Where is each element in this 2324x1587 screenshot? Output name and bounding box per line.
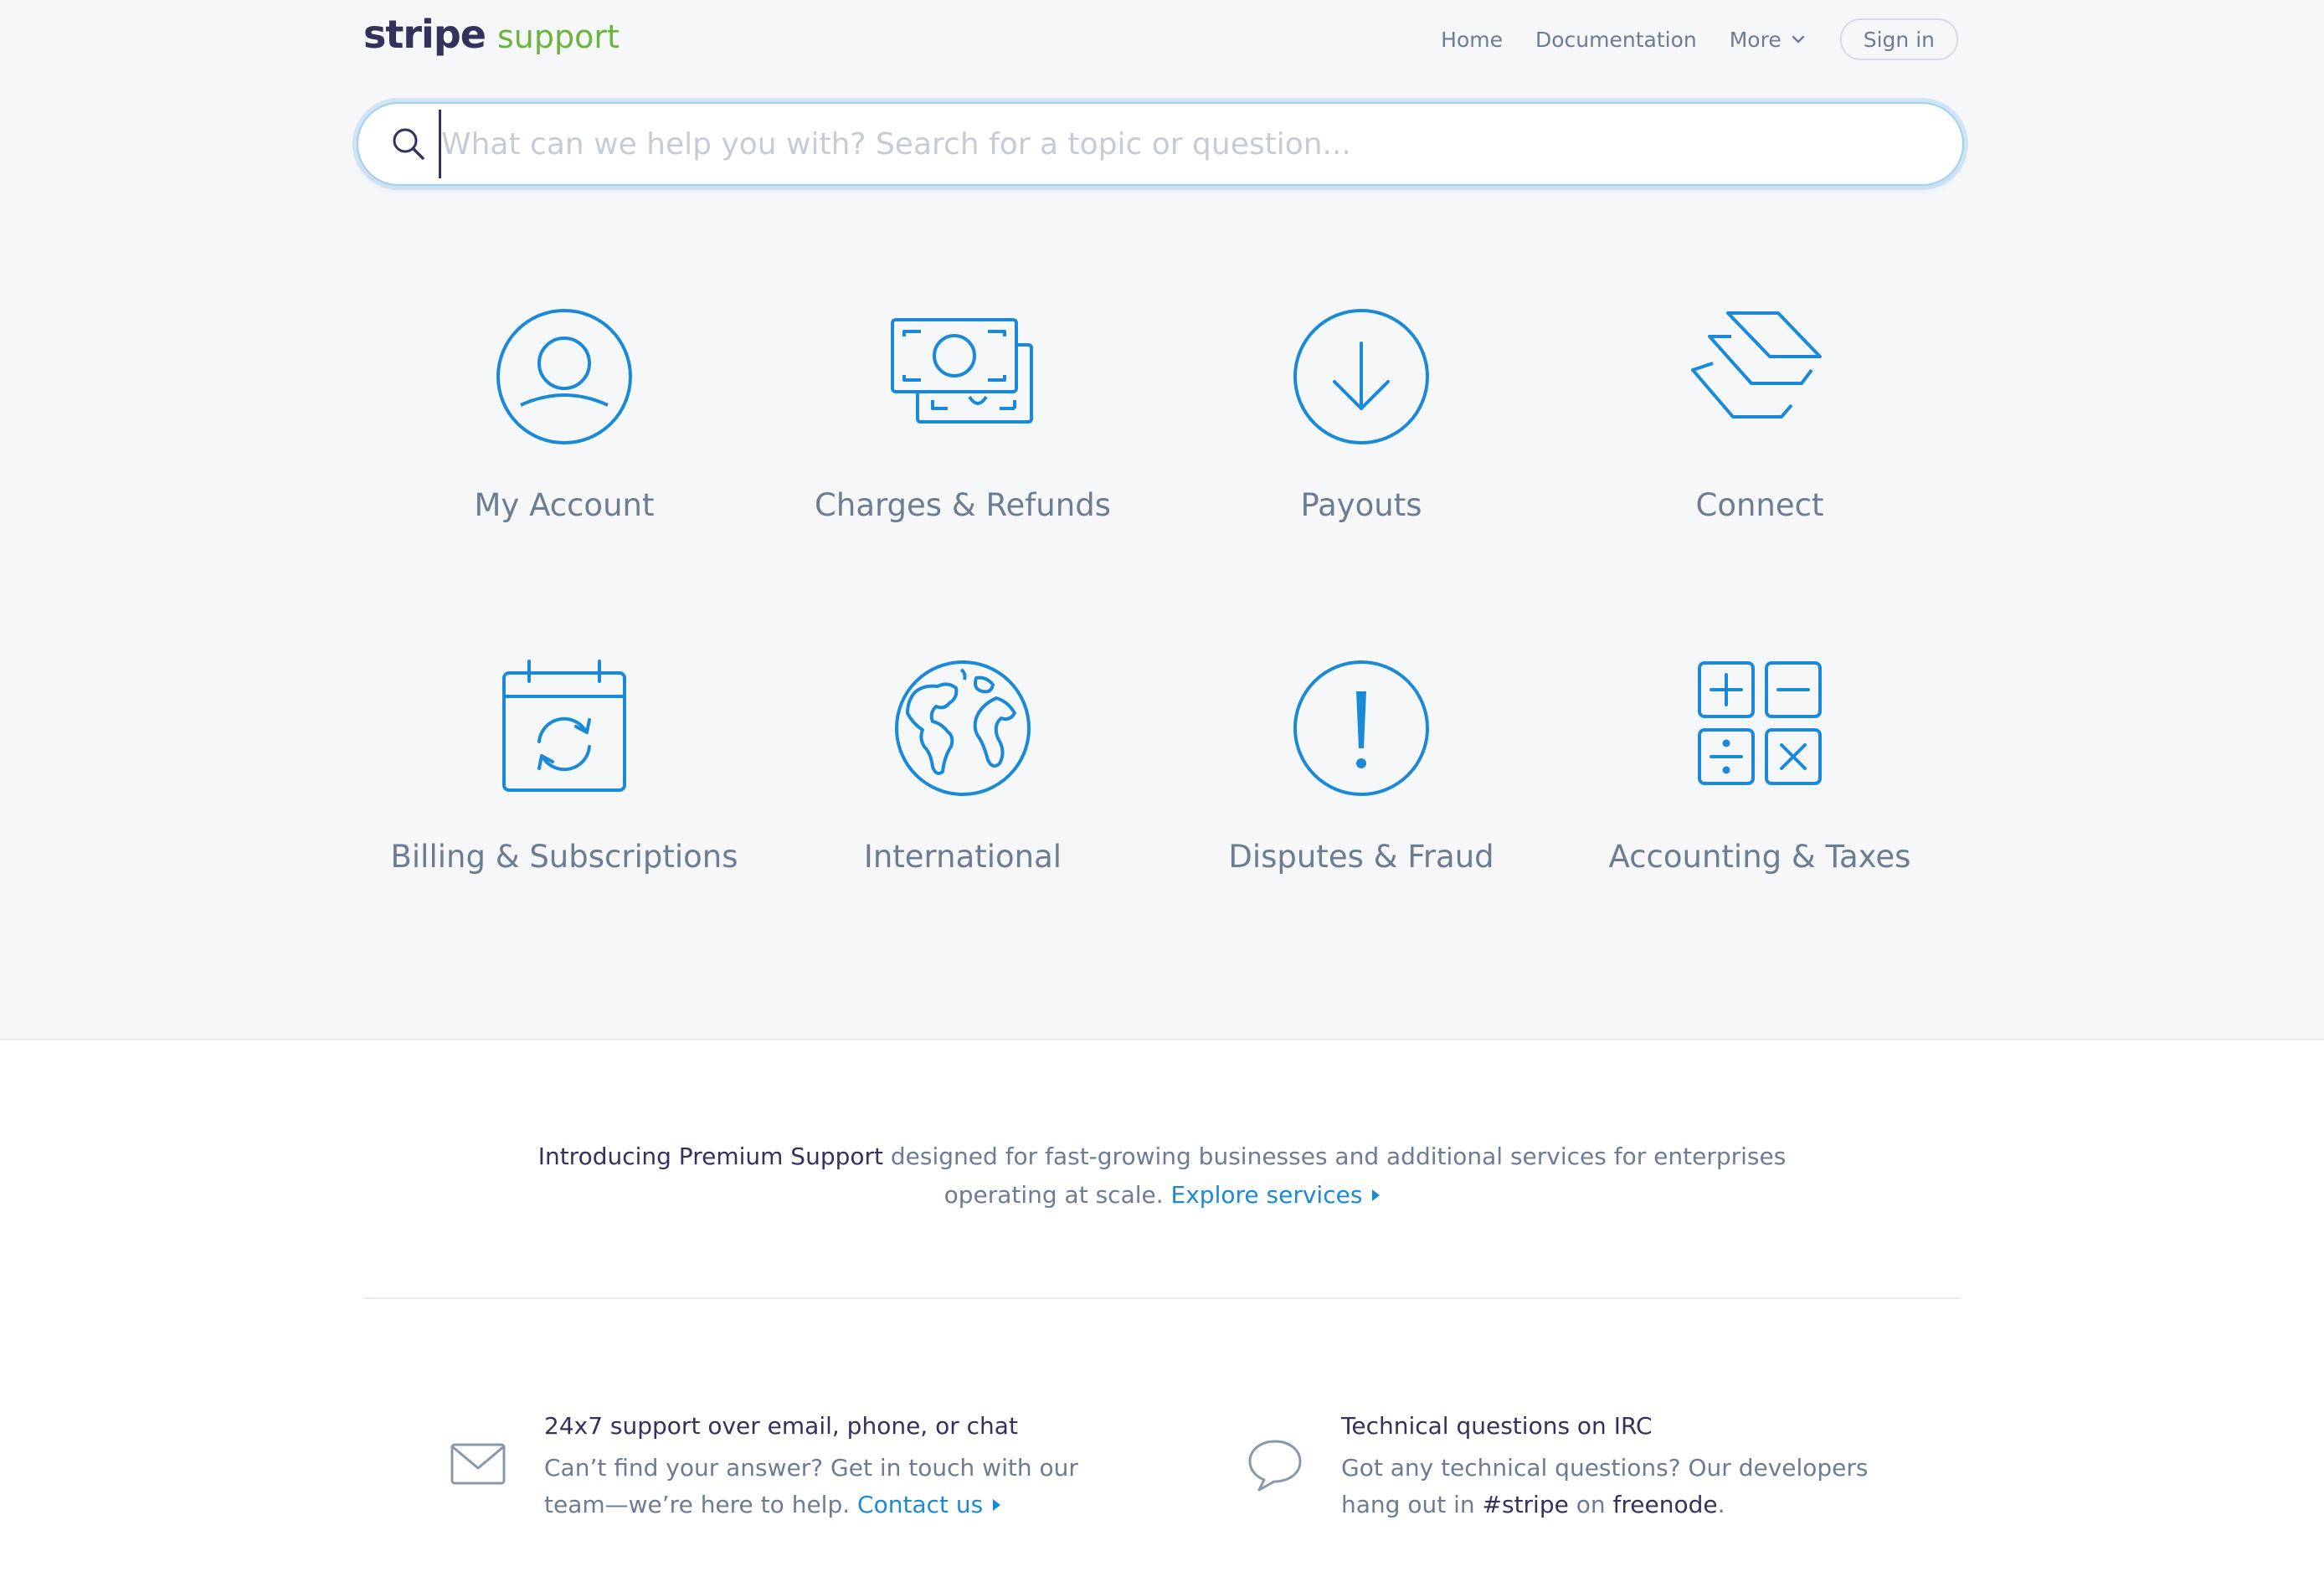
alert-icon [1293,660,1429,796]
irc-network: freenode [1612,1491,1718,1518]
calculator-icon [1698,661,1822,785]
category-label: Accounting & Taxes [1608,839,1911,875]
search-input[interactable] [439,110,1962,178]
feature-irc-title: Technical questions on IRC [1341,1412,1653,1440]
category-international[interactable]: International [764,655,1162,875]
download-icon [1293,309,1429,444]
user-icon [496,309,632,444]
chat-bubble-icon [1248,1440,1302,1492]
category-label: My Account [474,487,655,523]
category-label: Charges & Refunds [815,487,1111,523]
top-nav: Home Documentation More Sign in [1408,17,1958,62]
caret-right-icon [993,1499,1001,1511]
chevron-down-icon [1792,35,1804,44]
feature-support: 24x7 support over email, phone, or chat … [544,1408,1080,1523]
nav-more-label: More [1729,27,1782,52]
contact-us-label: Contact us [857,1491,984,1518]
contact-us-link[interactable]: Contact us [857,1491,1001,1518]
caret-right-icon [1372,1189,1381,1201]
premium-support-banner: Introducing Premium Support designed for… [502,1138,1822,1215]
mail-icon [450,1443,506,1485]
sign-in-button[interactable]: Sign in [1839,18,1958,60]
globe-icon [895,660,1031,796]
feature-irc-text: Got any technical questions? Our develop… [1341,1450,1877,1523]
search-icon [393,128,424,160]
feature-irc-on: on [1576,1491,1606,1518]
category-payouts[interactable]: Payouts [1162,303,1560,523]
logo-stripe-text: stripe [363,12,486,57]
category-disputes-fraud[interactable]: Disputes & Fraud [1162,655,1560,875]
stripe-support-logo[interactable]: stripe support [363,12,620,62]
explore-services-link[interactable]: Explore services [1171,1181,1381,1209]
feature-support-title: 24x7 support over email, phone, or chat [544,1412,1018,1440]
calendar-refresh-icon [502,660,626,792]
money-icon [891,318,1033,424]
feature-support-text: Can’t find your answer? Get in touch wit… [544,1450,1080,1523]
nav-documentation-link[interactable]: Documentation [1535,28,1697,52]
explore-services-label: Explore services [1170,1181,1363,1209]
category-charges-refunds[interactable]: Charges & Refunds [764,303,1162,523]
category-label: Payouts [1300,487,1422,523]
feature-irc: Technical questions on IRC Got any techn… [1341,1408,1877,1523]
feature-irc-period: . [1717,1491,1725,1518]
hero-section: stripe support Home Documentation More S… [0,0,2324,1040]
nav-home-link[interactable]: Home [1441,28,1503,52]
layers-icon [1691,311,1822,419]
logo-support-text: support [496,18,620,55]
section-divider [363,1297,1961,1299]
category-label: Connect [1695,487,1824,523]
category-label: Disputes & Fraud [1228,839,1494,875]
category-my-account[interactable]: My Account [365,303,764,523]
category-connect[interactable]: Connect [1560,303,1959,523]
category-accounting-taxes[interactable]: Accounting & Taxes [1560,655,1959,875]
category-billing-subscriptions[interactable]: Billing & Subscriptions [365,655,764,875]
irc-channel: #stripe [1482,1491,1569,1518]
search-bar[interactable] [357,102,1964,186]
category-label: Billing & Subscriptions [390,839,738,875]
premium-highlight: Introducing Premium Support [537,1143,883,1170]
nav-more-dropdown[interactable]: More [1730,28,1807,52]
category-label: International [863,839,1062,875]
